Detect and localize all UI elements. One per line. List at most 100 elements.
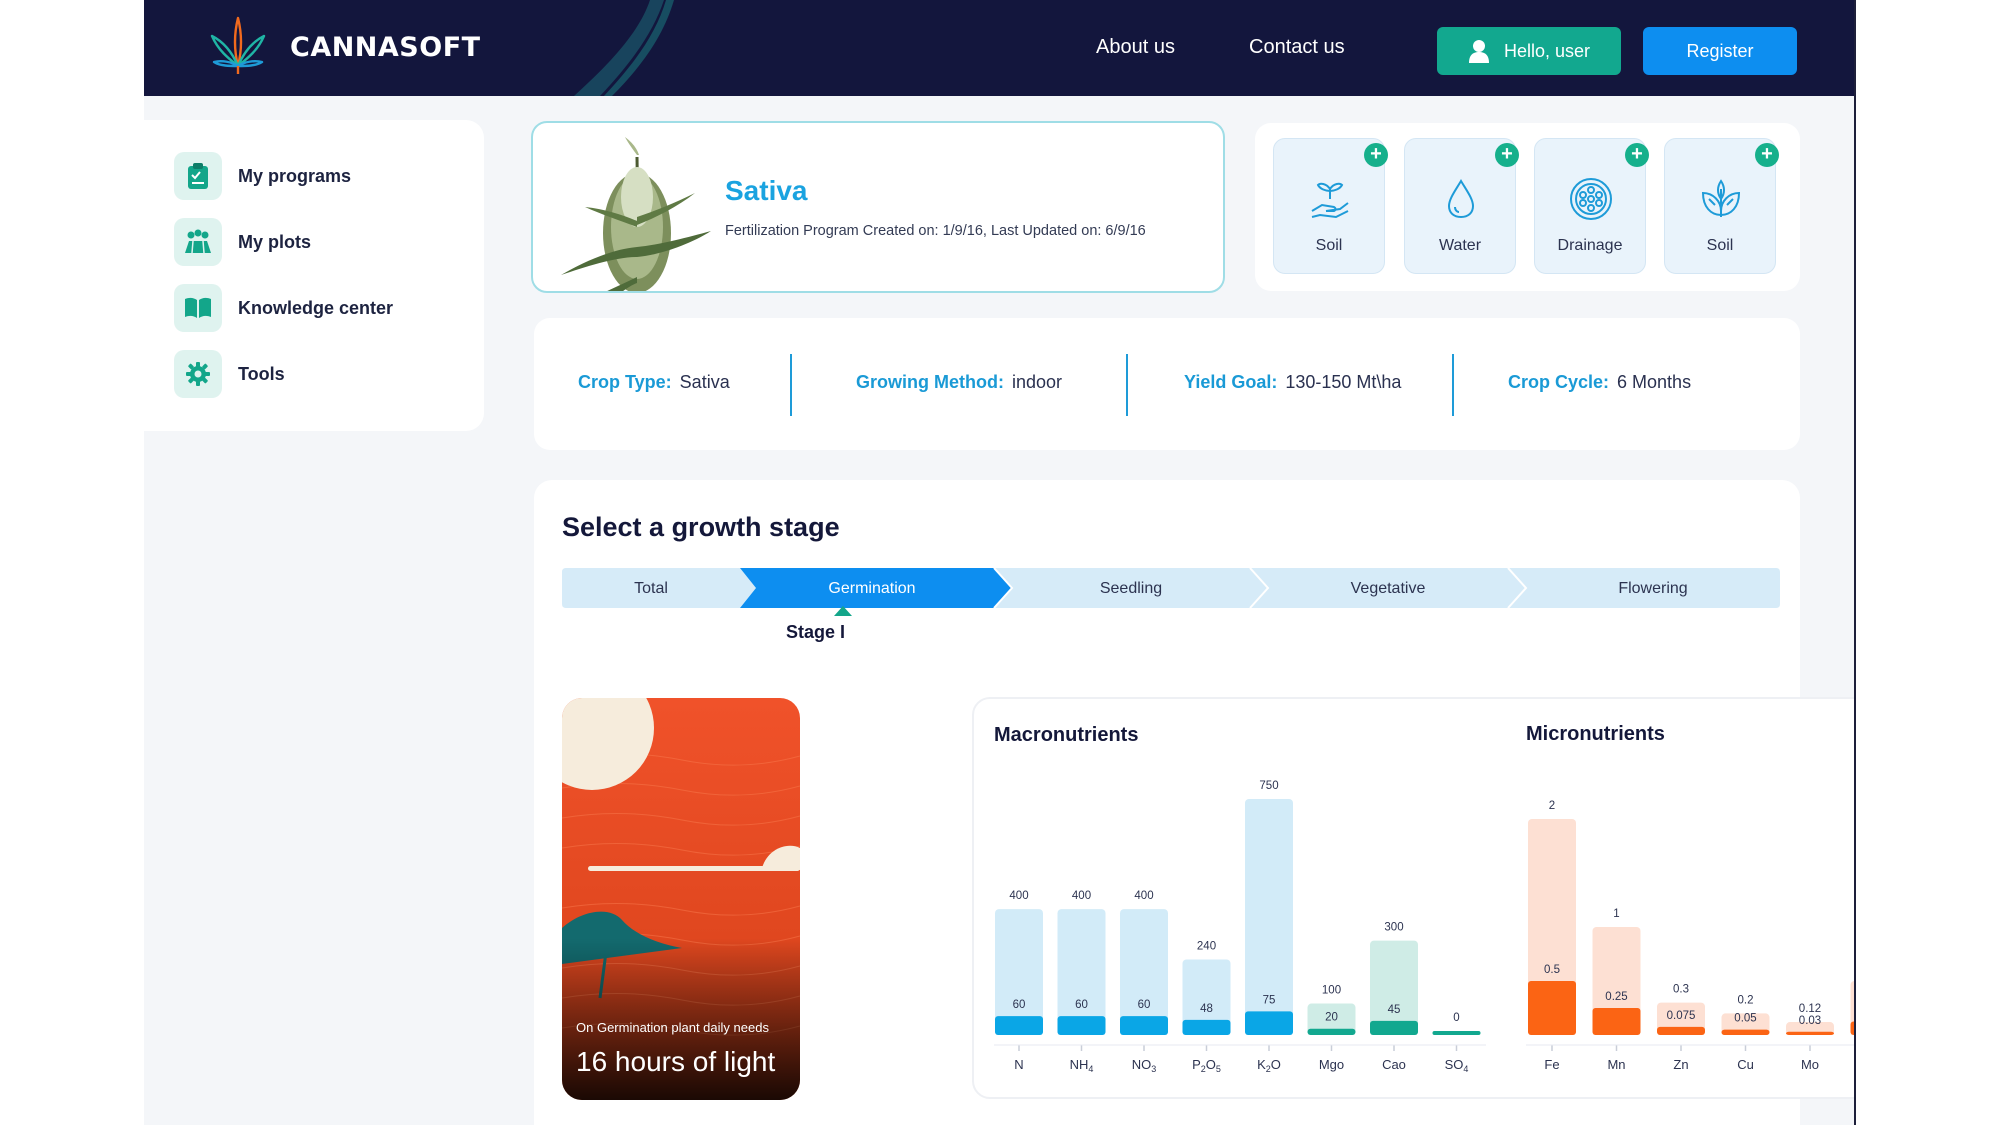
sidebar-item-label: Tools xyxy=(238,363,285,384)
program-card[interactable]: Sativa Fertilization Program Created on:… xyxy=(531,121,1225,293)
macro-stage-bar[interactable] xyxy=(1120,1016,1168,1035)
sidebar-item-label: Knowledge center xyxy=(238,297,394,318)
yield-goal-value: 130-150 Mt\ha xyxy=(1285,372,1402,392)
cannabis-plant-image xyxy=(561,137,711,291)
user-greeting: Hello, user xyxy=(1503,40,1591,61)
cannabis-leaf-logo-icon[interactable] xyxy=(208,14,268,76)
add-plus-icon[interactable]: + xyxy=(1495,143,1519,167)
nutrient-charts-card: Macronutrients Micronutrients 400 60 N 400 6… xyxy=(972,697,1857,1099)
resource-card-water[interactable]: + Water xyxy=(1404,138,1519,274)
macro-stage-bar[interactable] xyxy=(1182,1019,1231,1035)
macro-category-label: NH4 xyxy=(1070,1057,1094,1074)
macro-total-value: 400 xyxy=(1009,890,1028,902)
macro-stage-value: 60 xyxy=(1075,999,1088,1011)
macro-total-value: 0 xyxy=(1453,1012,1459,1024)
micro-stage-bar[interactable] xyxy=(1721,1029,1770,1035)
macro-total-value: 400 xyxy=(1072,890,1091,902)
nav-contact-link[interactable]: Contact us xyxy=(1249,36,1345,59)
macro-stage-bar[interactable] xyxy=(1057,1016,1106,1035)
sidebar-item-tools[interactable]: Tools xyxy=(174,350,285,398)
light-hours-value: 16 hours of light xyxy=(576,1046,776,1077)
macro-stage-value: 60 xyxy=(1013,999,1026,1011)
program-title: Sativa xyxy=(725,175,808,206)
stage-stepper: Total Germination Seedling Vegetative Fl… xyxy=(562,568,1780,608)
brand-name[interactable]: CANNASOFT xyxy=(290,32,481,63)
yield-goal-info: Yield Goal: 130-150 Mt\ha xyxy=(1184,372,1401,393)
micro-total-value: 0.12 xyxy=(1799,1003,1821,1015)
sidebar-item-label: My plots xyxy=(238,231,312,252)
macro-stage-bar[interactable] xyxy=(995,1016,1043,1035)
macro-stage-bar[interactable] xyxy=(1245,1011,1293,1035)
user-icon xyxy=(1468,40,1489,63)
micro-stage-value: 0.075 xyxy=(1667,1010,1696,1022)
clipboard-icon xyxy=(174,152,222,200)
stage-tab-germination[interactable]: Germination xyxy=(752,580,992,598)
macro-total-value: 100 xyxy=(1322,985,1341,997)
stage-tab-vegetative[interactable]: Vegetative xyxy=(1268,580,1508,598)
soil-hand-icon xyxy=(1311,182,1349,219)
crop-cycle-key: Crop Cycle: xyxy=(1508,372,1610,392)
sidebar-item-my-programs[interactable]: My programs xyxy=(174,152,351,200)
plots-icon xyxy=(174,218,222,266)
book-icon xyxy=(174,284,222,332)
micro-stage-bar[interactable] xyxy=(1592,1008,1641,1035)
stage-tab-total[interactable]: Total xyxy=(562,580,740,598)
micro-stage-bar[interactable] xyxy=(1528,981,1576,1035)
micro-category-label: Zn xyxy=(1673,1057,1688,1072)
macro-total-value: 400 xyxy=(1134,890,1153,902)
macro-category-label: N xyxy=(1014,1057,1023,1072)
program-meta: Fertilization Program Created on: 1/9/16… xyxy=(725,223,1146,239)
crop-cycle-info: Crop Cycle: 6 Months xyxy=(1508,372,1691,393)
app-frame: CANNASOFT About us Contact us Hello, use… xyxy=(144,0,1856,1125)
micro-stage-bar[interactable] xyxy=(1657,1026,1705,1035)
macro-stage-value: 60 xyxy=(1138,999,1151,1011)
macro-stage-bar[interactable] xyxy=(1307,1028,1356,1035)
add-plus-icon[interactable]: + xyxy=(1625,143,1649,167)
growth-stage-panel: Select a growth stage Total Germination … xyxy=(534,480,1854,1125)
micro-stage-bar[interactable] xyxy=(1850,1021,1857,1036)
top-header: CANNASOFT About us Contact us Hello, use… xyxy=(144,0,1854,96)
sunset-illustration xyxy=(562,698,800,1100)
micro-stage-value: 0.25 xyxy=(1605,991,1627,1003)
micro-stage-value: 0.05 xyxy=(1734,1013,1756,1025)
macro-stage-value: 75 xyxy=(1263,994,1276,1006)
resource-card-soil-2[interactable]: + Soil xyxy=(1664,138,1779,274)
divider xyxy=(1452,354,1454,416)
resource-label: Drainage xyxy=(1557,237,1623,254)
sidebar-item-knowledge-center[interactable]: Knowledge center xyxy=(174,284,393,332)
macronutrients-bars: 400 60 N 400 60 NH4 400 60 NO3 240 48 P2O5 750 75 K2O 1… xyxy=(995,780,1481,1074)
divider xyxy=(1126,354,1128,416)
macro-stage-value: 20 xyxy=(1325,1012,1338,1024)
resource-card-soil[interactable]: + Soil xyxy=(1273,138,1388,274)
leaves-icon xyxy=(1701,179,1741,217)
sidebar-item-my-plots[interactable]: My plots xyxy=(174,218,311,266)
crop-type-key: Crop Type: xyxy=(578,372,672,392)
micronutrients-title: Micronutrients xyxy=(1526,723,1665,745)
micro-stage-value: 0.03 xyxy=(1799,1015,1821,1027)
growing-method-key: Growing Method: xyxy=(856,372,1004,392)
water-drop-icon xyxy=(1447,179,1475,219)
register-button[interactable]: Register xyxy=(1643,27,1797,75)
light-needs-card: On Germination plant daily needs 16 hour… xyxy=(562,698,800,1100)
macro-total-bar[interactable] xyxy=(1432,1031,1481,1035)
macro-category-label: SO4 xyxy=(1445,1057,1469,1074)
macro-total-bar[interactable] xyxy=(1370,940,1418,1035)
macro-stage-bar[interactable] xyxy=(1370,1020,1418,1035)
yield-goal-key: Yield Goal: xyxy=(1184,372,1278,392)
user-account-button[interactable]: Hello, user xyxy=(1437,27,1621,75)
nav-about-link[interactable]: About us xyxy=(1096,36,1175,59)
stage-tab-flowering[interactable]: Flowering xyxy=(1526,580,1780,598)
add-plus-icon[interactable]: + xyxy=(1364,143,1388,167)
add-plus-icon[interactable]: + xyxy=(1755,143,1779,167)
resource-card-drainage[interactable]: + Drainage xyxy=(1534,138,1649,274)
resource-label: Soil xyxy=(1315,237,1343,254)
stage-tab-seedling[interactable]: Seedling xyxy=(1012,580,1250,598)
macro-category-label: Mgo xyxy=(1319,1057,1344,1072)
macro-stage-value: 48 xyxy=(1200,1003,1213,1015)
macronutrients-title: Macronutrients xyxy=(994,724,1138,746)
nutrient-charts: Macronutrients Micronutrients 400 60 N 400 6… xyxy=(994,723,1857,1074)
crop-cycle-value: 6 Months xyxy=(1617,372,1692,392)
macro-category-label: P2O5 xyxy=(1192,1057,1221,1074)
macro-stage-value: 45 xyxy=(1388,1004,1401,1016)
micro-stage-bar[interactable] xyxy=(1786,1031,1834,1035)
